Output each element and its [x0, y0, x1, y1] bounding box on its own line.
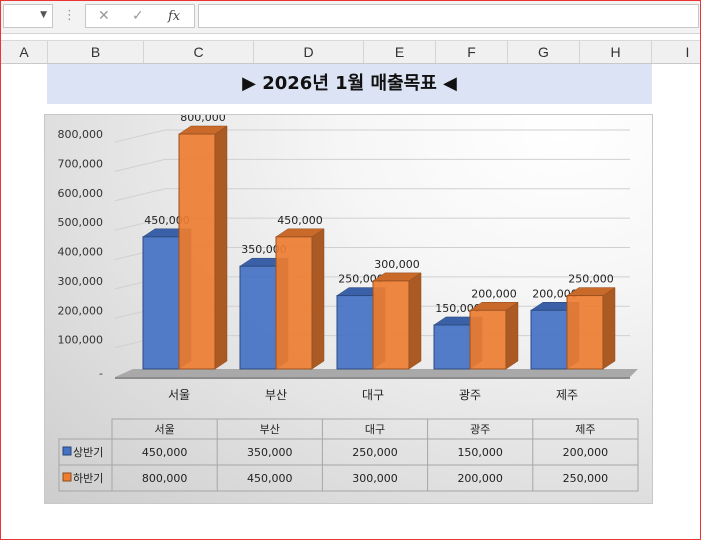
- cancel-icon[interactable]: ✕: [98, 8, 110, 24]
- column-header-e[interactable]: E: [364, 41, 436, 63]
- data-table-header: 광주: [470, 423, 490, 436]
- bar-series1: [142, 236, 180, 370]
- data-table-cell: 200,000: [563, 446, 609, 459]
- data-table-cell: 250,000: [563, 472, 609, 485]
- y-tick-label: -: [99, 367, 103, 380]
- bar-series1: [530, 309, 568, 370]
- bar-series2: [372, 280, 410, 370]
- chart-floor-edge: [115, 377, 630, 379]
- bar-series2: [469, 309, 507, 370]
- data-table-cell: 450,000: [247, 472, 293, 485]
- bar-series1: [239, 265, 277, 370]
- column-header-h[interactable]: H: [580, 41, 652, 63]
- category-label: 대구: [362, 388, 384, 402]
- bar-series1: [336, 295, 374, 370]
- y-tick-label: 300,000: [58, 275, 104, 288]
- bar-series2-side: [408, 272, 422, 370]
- data-table-cell: 300,000: [352, 472, 398, 485]
- y-tick-label: 400,000: [58, 246, 104, 259]
- bar-series1: [433, 324, 471, 370]
- name-box[interactable]: ▼: [3, 4, 53, 28]
- bar-series2-side: [505, 301, 519, 370]
- legend-key: [62, 472, 72, 482]
- data-table-cell: 350,000: [247, 446, 293, 459]
- insert-function-icon[interactable]: fx: [168, 9, 180, 24]
- formula-input[interactable]: [198, 4, 699, 28]
- column-header-f[interactable]: F: [436, 41, 508, 63]
- formula-buttons: ✕ ✓ fx: [85, 4, 195, 28]
- category-label: 부산: [265, 388, 287, 402]
- column-header-i[interactable]: I: [652, 41, 701, 63]
- legend-key: [62, 446, 72, 456]
- drag-handle-icon[interactable]: ⋮: [63, 9, 76, 23]
- data-table-header: 제주: [575, 423, 595, 436]
- chart-svg: 800,000 700,000 600,000 500,000 400,000 300,0…: [58, 115, 639, 492]
- column-header-g[interactable]: G: [508, 41, 580, 63]
- bar-series2: [275, 236, 313, 370]
- category-label: 제주: [556, 388, 578, 402]
- bar-series2-side: [214, 125, 228, 370]
- bar-series2-side: [602, 287, 616, 370]
- data-table-header: 대구: [365, 423, 385, 436]
- column-header-c[interactable]: C: [144, 41, 254, 63]
- legend-label: 하반기: [73, 471, 103, 485]
- bar-series2-label: 200,000: [471, 287, 517, 300]
- category-label: 광주: [459, 388, 481, 402]
- bar-series2-label: 300,000: [374, 258, 420, 271]
- y-tick-label: 200,000: [58, 304, 104, 317]
- column-header-d[interactable]: D: [254, 41, 364, 63]
- data-table-cell: 150,000: [457, 446, 503, 459]
- enter-icon[interactable]: ✓: [132, 8, 144, 24]
- sheet-title[interactable]: ▶ 2026년 1월 매출목표 ◀: [47, 64, 652, 104]
- data-table-cell: 800,000: [142, 472, 188, 485]
- y-tick-label: 700,000: [58, 157, 104, 170]
- data-table-cell: 450,000: [142, 446, 188, 459]
- data-table-cell: 250,000: [352, 446, 398, 459]
- y-tick-label: 600,000: [58, 187, 104, 200]
- data-table-cell: 200,000: [457, 472, 503, 485]
- column-header-a[interactable]: A: [1, 41, 48, 63]
- chart-floor: [115, 369, 638, 377]
- chevron-down-icon[interactable]: ▼: [40, 10, 47, 20]
- bar-series2-label: 250,000: [568, 273, 614, 286]
- chart-area[interactable]: 800,000 700,000 600,000 500,000 400,000 300,0…: [44, 114, 653, 504]
- y-tick-label: 100,000: [58, 334, 104, 347]
- column-header-b[interactable]: B: [48, 41, 144, 63]
- data-table-header: 부산: [260, 423, 280, 436]
- formula-bar: ▼ ⋮ ✕ ✓ fx: [1, 1, 700, 34]
- data-table-header: 서울: [154, 423, 174, 436]
- bar-series2-label: 800,000: [180, 115, 226, 124]
- bar-series2-label: 450,000: [277, 214, 323, 227]
- bar-series2-side: [311, 228, 325, 370]
- column-headers: A B C D E F G H I: [1, 40, 700, 64]
- y-tick-label: 500,000: [58, 216, 104, 229]
- y-tick-label: 800,000: [58, 128, 104, 141]
- bar-series2: [178, 133, 216, 370]
- category-label: 서울: [168, 388, 190, 402]
- bar-series2: [566, 295, 604, 370]
- legend-label: 상반기: [73, 446, 103, 459]
